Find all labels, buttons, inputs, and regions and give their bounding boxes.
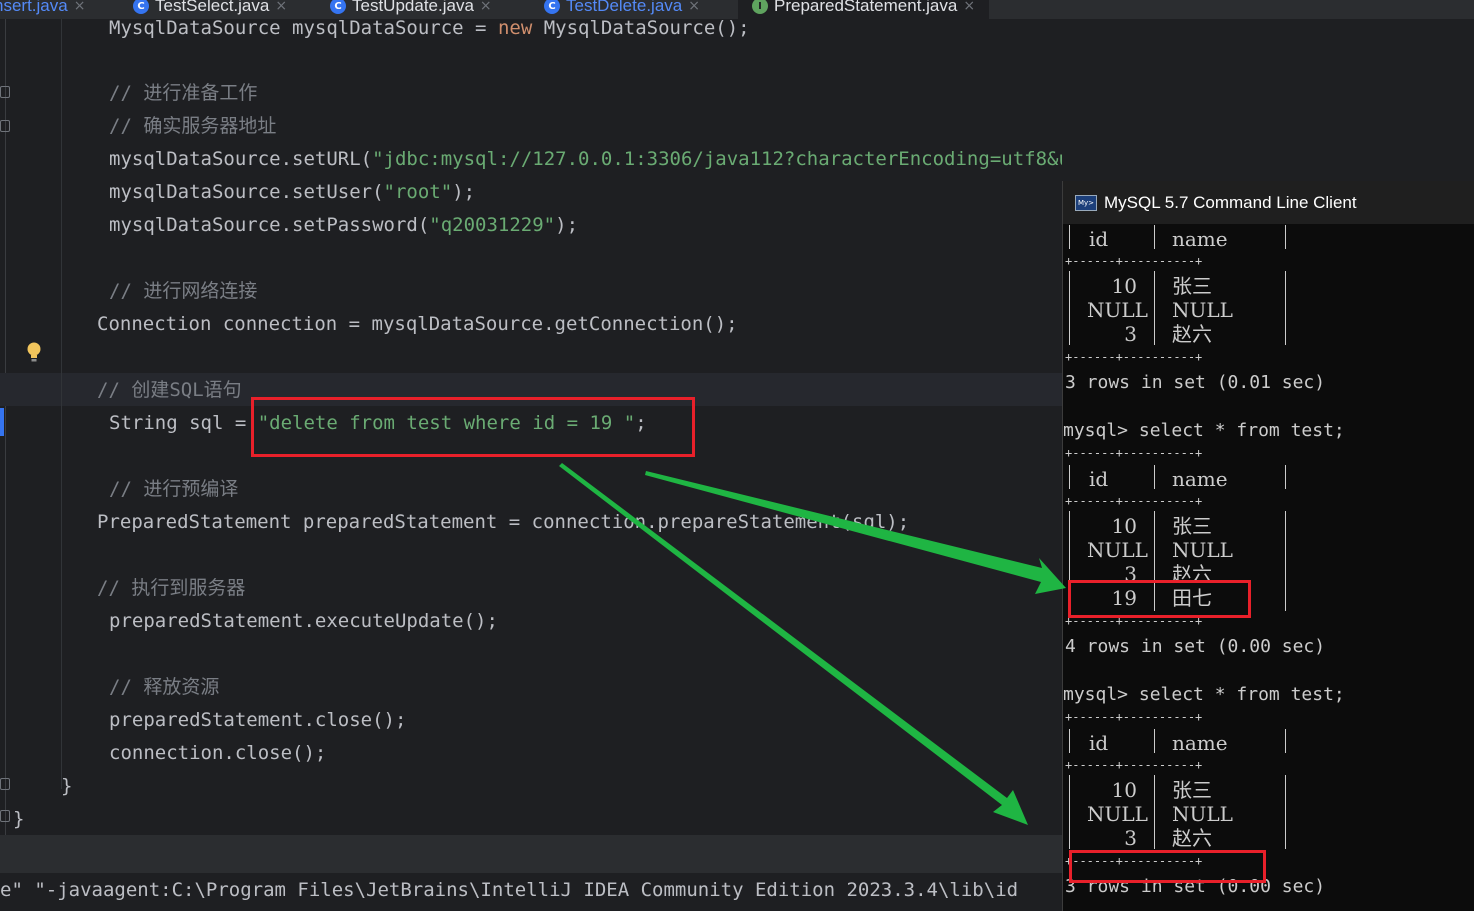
table-border (1069, 271, 1070, 345)
code-brace: } (61, 775, 73, 797)
cell-id: NULL (1087, 538, 1148, 562)
mysql-app-icon: My> (1075, 194, 1097, 211)
mysql-client-window[interactable]: My> MySQL 5.7 Command Line Client id nam… (1062, 181, 1474, 911)
code-line: mysqlDataSource.setUser("root"); (109, 181, 476, 203)
column-header-id: id (1089, 227, 1109, 251)
editor-bottom-strip (0, 835, 1062, 873)
code-comment: // 进行网络连接 (109, 280, 258, 302)
table-border (1285, 775, 1286, 849)
code-line: mysqlDataSource.setURL("jdbc:mysql://127… (109, 148, 1062, 170)
code-comment: // 创建SQL语句 (97, 379, 242, 401)
code-line: PreparedStatement preparedStatement = co… (97, 511, 910, 533)
mysql-prompt: mysql> select * from test; (1063, 684, 1345, 705)
window-title: MySQL 5.7 Command Line Client (1104, 192, 1357, 212)
cell-name: 赵六 (1172, 322, 1212, 346)
cell-id: 3 (1124, 322, 1137, 346)
cell-name: 张三 (1172, 778, 1212, 802)
cell-name: 张三 (1172, 514, 1212, 538)
code-line: preparedStatement.executeUpdate(); (109, 610, 498, 632)
cell-id: 10 (1111, 274, 1137, 298)
column-header-id: id (1089, 467, 1109, 491)
sql-highlight-box (251, 397, 695, 457)
table-border (1069, 775, 1070, 849)
column-header-id: id (1089, 731, 1109, 755)
code-line: Connection connection = mysqlDataSource.… (97, 313, 738, 335)
ide-window: nsert.java × C TestSelect.java × C TestU… (0, 0, 1474, 911)
code-comment: // 确实服务器地址 (109, 115, 277, 137)
table-border (1069, 729, 1070, 753)
code-brace: } (13, 808, 25, 830)
table-border (1285, 465, 1286, 489)
cell-id: NULL (1087, 802, 1148, 826)
result-footer: 4 rows in set (0.00 sec) (1065, 636, 1326, 657)
table-border (1285, 729, 1286, 753)
table-border (1154, 271, 1155, 345)
window-titlebar: My> MySQL 5.7 Command Line Client (1063, 181, 1474, 224)
cell-id: 10 (1111, 778, 1137, 802)
table-border (1285, 511, 1286, 611)
table-border (1154, 465, 1155, 489)
code-comment: // 进行预编译 (109, 478, 239, 500)
table-border (1285, 271, 1286, 345)
table-border: +------+----------+ (1065, 494, 1203, 508)
table-border: +------+----------+ (1065, 758, 1203, 772)
table-border: +------+----------+ (1065, 254, 1203, 268)
cell-name: NULL (1172, 298, 1233, 322)
mysql-prompt: mysql> select * from test; (1063, 420, 1345, 441)
table-border (1154, 225, 1155, 249)
code-line: MysqlDataSource mysqlDataSource = new My… (109, 17, 750, 39)
table-border (1154, 729, 1155, 753)
table-border (1285, 225, 1286, 249)
table-border: +------+----------+ (1065, 446, 1203, 460)
cell-name: NULL (1172, 538, 1233, 562)
console-command-line: e" "-javaagent:C:\Program Files\JetBrain… (0, 879, 1019, 901)
table-border: +------+----------+ (1065, 710, 1203, 724)
inserted-row-highlight-box (1068, 580, 1251, 618)
code-line: mysqlDataSource.setPassword("q20031229")… (109, 214, 579, 236)
cell-id: 10 (1111, 514, 1137, 538)
run-console[interactable]: e" "-javaagent:C:\Program Files\JetBrain… (0, 873, 1062, 911)
cell-name: 张三 (1172, 274, 1212, 298)
code-comment: // 进行准备工作 (109, 82, 258, 104)
code-comment: // 释放资源 (109, 676, 220, 698)
code-comment: // 执行到服务器 (97, 577, 246, 599)
cell-name: 赵六 (1172, 826, 1212, 850)
column-header-name: name (1172, 227, 1228, 251)
deleted-row-highlight-box (1069, 850, 1266, 883)
table-border (1154, 775, 1155, 849)
cell-name: NULL (1172, 802, 1233, 826)
cell-id: NULL (1087, 298, 1148, 322)
table-border: +------+----------+ (1065, 350, 1203, 364)
code-line: preparedStatement.close(); (109, 709, 407, 731)
code-line: connection.close(); (109, 742, 327, 764)
cell-id: 3 (1124, 826, 1137, 850)
column-header-name: name (1172, 731, 1228, 755)
column-header-name: name (1172, 467, 1228, 491)
result-footer: 3 rows in set (0.01 sec) (1065, 372, 1326, 393)
table-border (1069, 465, 1070, 489)
table-border (1069, 225, 1070, 249)
